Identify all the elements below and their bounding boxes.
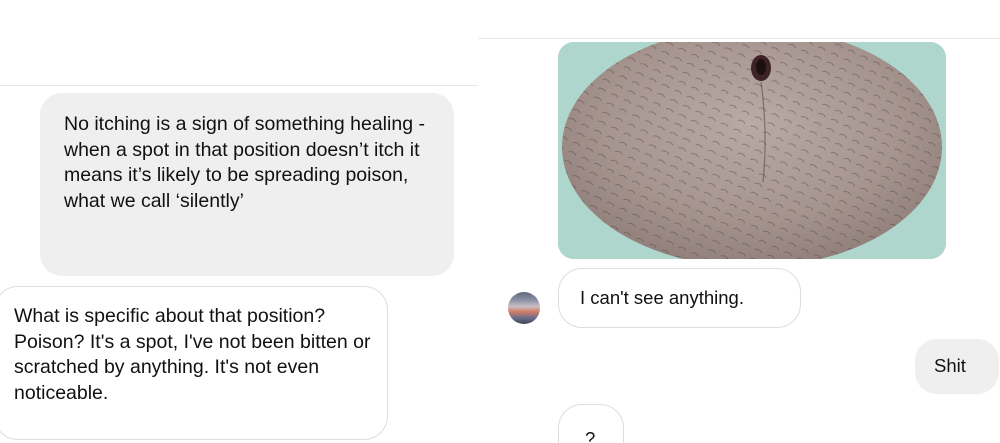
right-chat-panel: I can't see anything. Shit ? (478, 0, 1000, 443)
header-divider (0, 85, 478, 86)
shared-photo[interactable] (558, 42, 946, 259)
header-divider (478, 38, 1000, 39)
message-text: ? (585, 428, 596, 443)
message-bubble-cant-see[interactable]: I can't see anything. (558, 268, 801, 328)
message-bubble-specific[interactable]: What is specific about that position? Po… (0, 286, 388, 440)
message-bubble-shit[interactable]: Shit (915, 339, 999, 394)
contact-avatar[interactable] (508, 292, 540, 324)
message-text: I can't see anything. (580, 287, 744, 308)
message-text: What is specific about that position? Po… (14, 305, 371, 405)
message-text: Shit (934, 355, 966, 376)
torso-photo-image (558, 42, 946, 259)
message-bubble-healing[interactable]: No itching is a sign of something healin… (40, 93, 454, 276)
left-chat-panel: No itching is a sign of something healin… (0, 0, 478, 443)
message-text: No itching is a sign of something healin… (64, 113, 425, 213)
message-bubble-question[interactable]: ? (558, 404, 624, 443)
